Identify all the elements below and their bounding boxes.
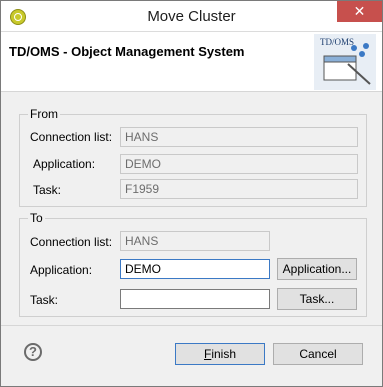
to-task-input[interactable] bbox=[120, 289, 270, 309]
browse-application-button[interactable]: Application... bbox=[277, 258, 357, 280]
close-button[interactable]: ✕ bbox=[337, 1, 382, 22]
to-connection-field: HANS bbox=[120, 231, 270, 251]
to-group-label: To bbox=[28, 211, 45, 225]
logo-text: TD/OMS bbox=[320, 37, 354, 47]
footer-divider bbox=[1, 325, 382, 326]
to-application-input[interactable]: DEMO bbox=[120, 259, 270, 279]
title-bar[interactable]: Move Cluster ✕ bbox=[1, 1, 382, 32]
browse-task-button[interactable]: Task... bbox=[277, 288, 357, 310]
finish-button[interactable]: Finish bbox=[175, 343, 265, 365]
from-task-label: Task: bbox=[33, 183, 62, 197]
from-group-label: From bbox=[28, 107, 60, 121]
from-application-label: Application: bbox=[33, 157, 96, 171]
help-icon[interactable]: ? bbox=[24, 343, 42, 361]
from-application-field: DEMO bbox=[120, 154, 358, 174]
tdoms-logo-icon: TD/OMS bbox=[314, 34, 376, 90]
to-application-label: Application: bbox=[30, 263, 93, 277]
cancel-button[interactable]: Cancel bbox=[273, 343, 363, 365]
dialog-window: Move Cluster ✕ TD/OMS - Object Managemen… bbox=[0, 0, 383, 387]
header-banner: TD/OMS - Object Management System TD/OMS bbox=[1, 32, 382, 92]
finish-label: inish bbox=[211, 347, 237, 361]
to-connection-label: Connection list: bbox=[30, 235, 113, 249]
to-task-label: Task: bbox=[30, 293, 59, 307]
from-connection-label: Connection list: bbox=[30, 130, 113, 144]
from-task-field: F1959 bbox=[120, 179, 358, 199]
from-connection-field: HANS bbox=[120, 127, 358, 147]
window-title: Move Cluster bbox=[147, 8, 236, 25]
header-title: TD/OMS - Object Management System bbox=[9, 44, 245, 59]
